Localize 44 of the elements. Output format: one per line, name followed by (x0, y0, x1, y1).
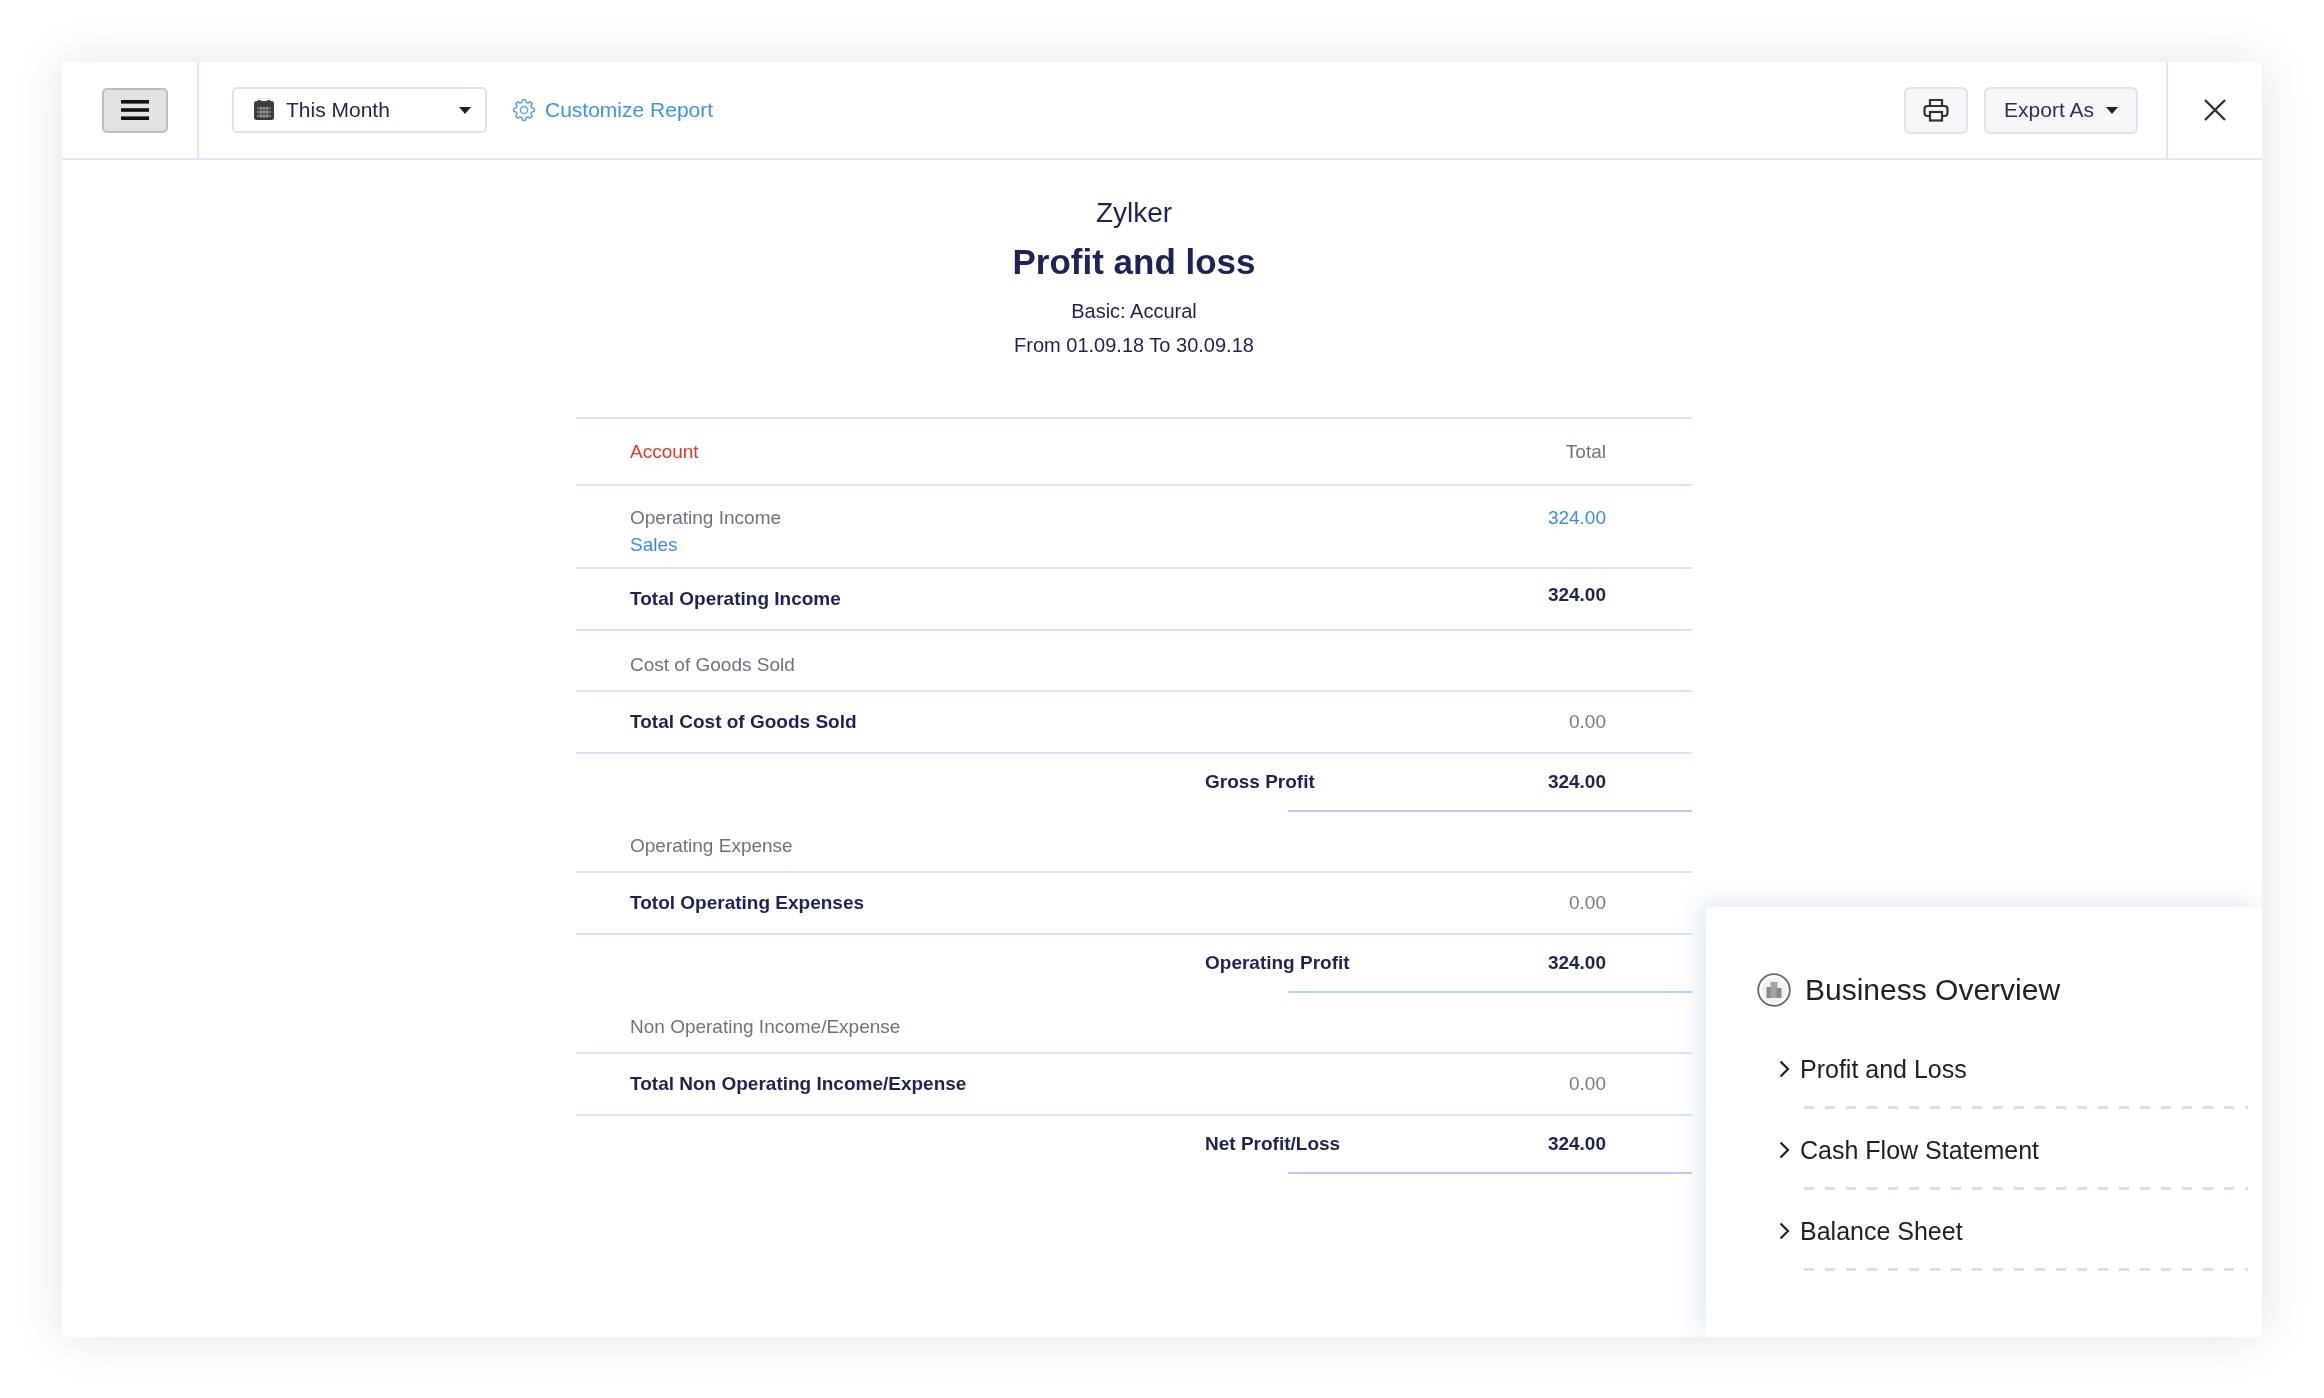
summary-amount: 324.00 (1547, 1133, 1606, 1155)
total-amount: 0.00 (1569, 711, 1606, 733)
calendar-icon (254, 100, 274, 120)
report-link[interactable]: Cash Flow Statement (1779, 1133, 2039, 1167)
chevron-icon (1779, 1060, 1790, 1078)
account-group-label: Cost of Goods Sold (630, 653, 795, 677)
chevron-icon (1779, 1141, 1790, 1159)
total-label: Total Operating Income (630, 588, 841, 610)
report-basis: Basic: Accural (1071, 299, 1197, 324)
column-header: Total (1565, 440, 1606, 463)
close-button[interactable] (2204, 99, 2226, 121)
report-link[interactable]: Profit and Loss (1779, 1052, 1967, 1086)
summary-label: Gross Profit (1205, 771, 1315, 793)
caret-icon (2106, 106, 2118, 114)
period-dropdown[interactable]: This Month (232, 87, 487, 133)
company-name: Zylker (1095, 196, 1173, 230)
column-header: Account (630, 440, 699, 463)
print-button[interactable] (1904, 86, 1969, 134)
caret-icon (459, 106, 471, 114)
building-icon (1757, 973, 1791, 1007)
summary-label: Operating Profit (1205, 952, 1350, 974)
report-period: From 01.09.18 To 30.09.18 (1014, 333, 1254, 358)
close-icon (2204, 99, 2226, 121)
report-title: Profit and loss (1012, 241, 1256, 283)
total-label: Totol Operating Expenses (630, 892, 865, 914)
account-group-label: Non Operating Income/Expense (630, 1015, 901, 1039)
total-amount: 0.00 (1569, 892, 1606, 914)
export-button[interactable]: Export As (1984, 86, 2138, 134)
printer-icon (1923, 98, 1950, 122)
menu-icon (120, 100, 149, 120)
overview-title: Business Overview (1805, 972, 2061, 1008)
total-amount: 0.00 (1569, 1073, 1606, 1095)
total-label: Total Non Operating Income/Expense (630, 1073, 967, 1095)
account-group-label: Operating Expense (630, 834, 793, 858)
report-link[interactable]: Balance Sheet (1779, 1214, 1963, 1248)
summary-amount: 324.00 (1547, 771, 1606, 793)
menu-button[interactable] (101, 87, 168, 133)
summary-label: Net Profit/Loss (1205, 1133, 1341, 1155)
account-group-label: Operating Income (630, 506, 782, 530)
gear-icon (513, 99, 535, 121)
chevron-icon (1779, 1222, 1790, 1240)
total-label: Total Cost of Goods Sold (630, 711, 857, 733)
summary-amount: 324.00 (1547, 952, 1606, 974)
total-amount: 324.00 (1547, 584, 1606, 606)
